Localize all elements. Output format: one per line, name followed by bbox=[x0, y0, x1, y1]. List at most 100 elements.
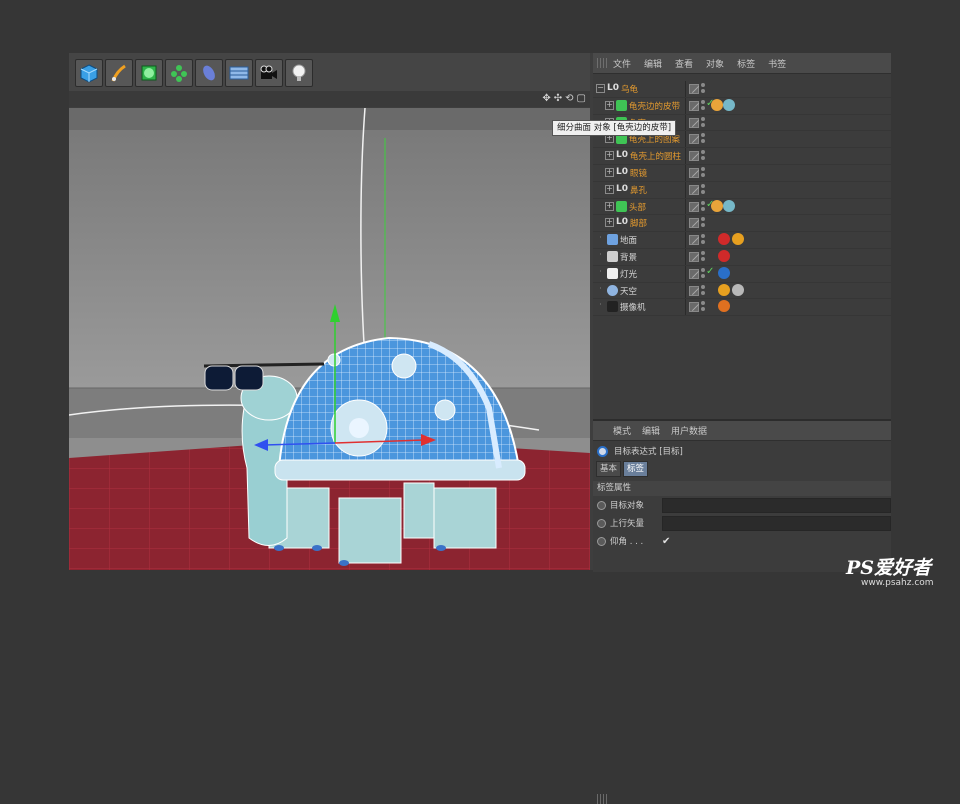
subdivision-tool-icon[interactable] bbox=[135, 59, 163, 87]
expand-icon[interactable]: + bbox=[605, 201, 614, 211]
tag-icon[interactable] bbox=[723, 199, 735, 212]
object-row[interactable]: + L0 眼镜 bbox=[593, 164, 891, 182]
tag-icon[interactable] bbox=[723, 98, 735, 111]
object-name[interactable]: 背景 bbox=[620, 251, 637, 263]
camera-tool-icon[interactable] bbox=[255, 59, 283, 87]
visibility-toggle[interactable] bbox=[689, 218, 699, 229]
object-name[interactable]: 龟壳上的圆柱 bbox=[630, 150, 681, 162]
zoom-view-icon[interactable]: ✣ bbox=[554, 93, 562, 104]
visibility-toggle[interactable] bbox=[689, 251, 699, 262]
menu-object[interactable]: 对象 bbox=[706, 57, 724, 70]
render-dots[interactable] bbox=[701, 284, 705, 297]
object-name[interactable]: 眼镜 bbox=[630, 167, 647, 179]
3d-viewport[interactable] bbox=[69, 108, 590, 570]
object-row[interactable]: · 灯光 ✓ bbox=[593, 265, 891, 283]
visibility-toggle[interactable] bbox=[689, 268, 699, 279]
deformer-tool-icon[interactable] bbox=[195, 59, 223, 87]
object-name[interactable]: 灯光 bbox=[620, 268, 637, 280]
animate-radio[interactable] bbox=[597, 536, 606, 546]
object-name[interactable]: 鼻孔 bbox=[630, 184, 647, 196]
tag-icon[interactable] bbox=[711, 199, 723, 212]
object-row[interactable]: +龟壳边的皮带✓ bbox=[593, 97, 891, 115]
panel-grip-icon[interactable] bbox=[597, 794, 607, 804]
object-name[interactable]: 天空 bbox=[620, 285, 637, 297]
menu-mode[interactable]: 模式 bbox=[613, 424, 631, 437]
object-name[interactable]: 脚部 bbox=[630, 217, 647, 229]
render-dots[interactable] bbox=[701, 183, 705, 196]
expand-icon[interactable]: + bbox=[605, 167, 614, 177]
expand-icon[interactable]: + bbox=[605, 151, 614, 161]
maximize-view-icon[interactable]: ▢ bbox=[577, 93, 586, 104]
object-row[interactable]: · 摄像机 bbox=[593, 299, 891, 317]
expand-icon[interactable]: + bbox=[605, 218, 614, 228]
object-row[interactable]: · 地面 bbox=[593, 232, 891, 249]
panel-grip-icon[interactable] bbox=[597, 58, 607, 68]
menu-user-data[interactable]: 用户数据 bbox=[671, 424, 707, 437]
visibility-toggle[interactable] bbox=[689, 302, 699, 313]
render-dots[interactable] bbox=[701, 150, 705, 162]
menu-tags[interactable]: 标签 bbox=[737, 57, 755, 70]
object-row[interactable]: + L0 龟壳上的圆柱 bbox=[593, 148, 891, 165]
render-dots[interactable] bbox=[701, 250, 705, 263]
tag-icon[interactable] bbox=[732, 233, 744, 246]
expand-icon[interactable]: + bbox=[605, 100, 614, 110]
visibility-toggle[interactable] bbox=[689, 84, 699, 94]
visibility-toggle[interactable] bbox=[689, 167, 699, 178]
render-dots[interactable] bbox=[701, 133, 705, 145]
render-dots[interactable] bbox=[701, 83, 705, 95]
tab-basic[interactable]: 基本 bbox=[596, 461, 622, 477]
menu-file[interactable]: 文件 bbox=[613, 57, 631, 70]
collapse-icon[interactable]: − bbox=[596, 84, 605, 93]
up-vector-input[interactable] bbox=[662, 515, 891, 531]
pen-tool-icon[interactable] bbox=[105, 59, 133, 87]
target-object-input[interactable] bbox=[662, 497, 891, 513]
render-dots[interactable] bbox=[701, 116, 705, 129]
visibility-toggle[interactable] bbox=[689, 100, 699, 111]
visibility-toggle[interactable] bbox=[689, 117, 699, 128]
tag-icon[interactable] bbox=[718, 249, 730, 262]
object-row[interactable]: · 背景 bbox=[593, 248, 891, 266]
tag-icon[interactable] bbox=[718, 283, 730, 296]
enabled-check-icon[interactable]: ✓ bbox=[706, 266, 714, 277]
render-dots[interactable] bbox=[701, 234, 705, 246]
visibility-toggle[interactable] bbox=[689, 151, 699, 162]
object-row[interactable]: − L0 乌龟 bbox=[593, 81, 891, 98]
object-name[interactable]: 摄像机 bbox=[620, 301, 646, 313]
cube-tool-icon[interactable] bbox=[75, 59, 103, 87]
object-row[interactable]: + L0 鼻孔 bbox=[593, 181, 891, 199]
pitch-checkbox[interactable]: ✔ bbox=[662, 536, 670, 547]
expand-icon[interactable]: + bbox=[605, 184, 614, 194]
tag-icon[interactable] bbox=[711, 98, 723, 111]
render-dots[interactable] bbox=[701, 166, 705, 179]
menu-view[interactable]: 查看 bbox=[675, 57, 693, 70]
tag-icon[interactable] bbox=[732, 283, 744, 296]
tag-icon[interactable] bbox=[718, 266, 730, 279]
tag-icon[interactable] bbox=[718, 300, 730, 313]
animate-radio[interactable] bbox=[597, 518, 606, 528]
visibility-toggle[interactable] bbox=[689, 201, 699, 212]
rotate-view-icon[interactable]: ⟲ bbox=[565, 93, 573, 104]
move-view-icon[interactable]: ✥ bbox=[542, 93, 550, 104]
object-row[interactable]: + L0 脚部 bbox=[593, 215, 891, 233]
animate-radio[interactable] bbox=[597, 500, 606, 510]
object-name[interactable]: 头部 bbox=[629, 201, 646, 213]
render-dots[interactable] bbox=[701, 301, 705, 313]
menu-bookmarks[interactable]: 书签 bbox=[768, 57, 786, 70]
render-dots[interactable] bbox=[701, 99, 705, 112]
object-name[interactable]: 地面 bbox=[620, 234, 637, 246]
render-dots[interactable] bbox=[701, 200, 705, 213]
tag-icon[interactable] bbox=[718, 233, 730, 246]
visibility-toggle[interactable] bbox=[689, 134, 699, 145]
object-row[interactable]: +头部✓ bbox=[593, 198, 891, 216]
array-tool-icon[interactable] bbox=[165, 59, 193, 87]
visibility-toggle[interactable] bbox=[689, 235, 699, 246]
light-tool-icon[interactable] bbox=[285, 59, 313, 87]
visibility-toggle[interactable] bbox=[689, 184, 699, 195]
object-name[interactable]: 龟壳边的皮带 bbox=[629, 100, 680, 112]
render-dots[interactable] bbox=[701, 267, 705, 280]
object-name[interactable]: 乌龟 bbox=[621, 83, 638, 95]
visibility-toggle[interactable] bbox=[689, 285, 699, 296]
menu-edit[interactable]: 编辑 bbox=[642, 424, 660, 437]
floor-tool-icon[interactable] bbox=[225, 59, 253, 87]
tab-tag[interactable]: 标签 bbox=[623, 461, 649, 477]
